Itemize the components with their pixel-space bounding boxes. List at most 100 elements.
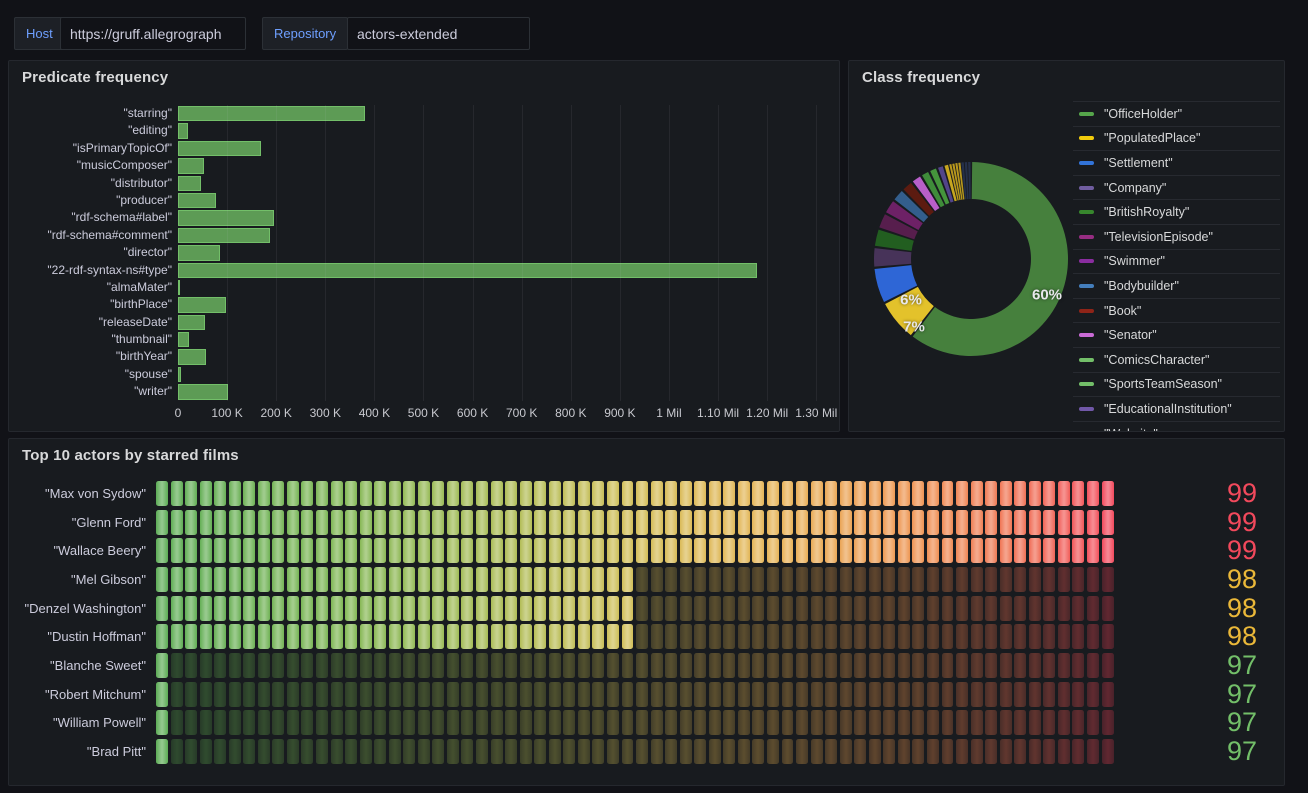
actor-gauge-bar[interactable] [156,481,1113,506]
gauge-cell [447,682,459,707]
gauge-cell [811,596,823,621]
gauge-cell [374,710,386,735]
gauge-cell [1058,624,1070,649]
predicate-bar[interactable] [178,106,365,121]
gauge-cell [592,596,604,621]
gauge-cell [665,538,677,563]
predicate-bar[interactable] [178,141,261,156]
gauge-cell [563,682,575,707]
host-input[interactable] [60,17,246,50]
gauge-cell [752,624,764,649]
predicate-bar[interactable] [178,210,274,225]
legend-item[interactable]: "Bodybuilder" [1073,273,1280,298]
gauge-cell [956,710,968,735]
predicate-bar[interactable] [178,193,216,208]
gauge-cell [1072,538,1084,563]
legend-item[interactable]: "ComicsCharacter" [1073,347,1280,372]
gauge-cell [360,653,372,678]
legend-item[interactable]: "Swimmer" [1073,249,1280,274]
predicate-bar[interactable] [178,158,204,173]
legend-item[interactable]: "TelevisionEpisode" [1073,224,1280,249]
legend-item[interactable]: "EducationalInstitution" [1073,396,1280,421]
gauge-cell [461,538,473,563]
legend-item[interactable]: "Website" [1073,421,1280,431]
legend-item[interactable]: "BritishRoyalty" [1073,199,1280,224]
actor-gauge-bar[interactable] [156,510,1113,535]
gauge-cell [345,538,357,563]
predicate-bar[interactable] [178,263,757,278]
gauge-cell [782,739,794,764]
gauge-cell [607,538,619,563]
actor-gauge-bar[interactable] [156,567,1113,592]
donut-slice[interactable] [968,162,971,199]
actor-gauge-bar[interactable] [156,682,1113,707]
predicate-bar[interactable] [178,297,226,312]
actor-gauge-bar[interactable] [156,739,1113,764]
gauge-cell [738,653,750,678]
actor-value: 98 [1113,566,1273,593]
gauge-cell [171,481,183,506]
predicate-bar[interactable] [178,228,270,243]
gauge-cell [403,538,415,563]
donut-slice[interactable] [874,248,911,266]
predicate-tick-label: "almaMater" [21,279,178,296]
gauge-cell [927,739,939,764]
gauge-cell [491,538,503,563]
predicate-bar[interactable] [178,245,220,260]
top-actors-panel: Top 10 actors by starred films "Max von … [8,438,1285,786]
predicate-bar[interactable] [178,315,205,330]
gauge-cell [229,710,241,735]
gauge-cell [520,682,532,707]
gauge-cell [520,481,532,506]
legend-item[interactable]: "PopulatedPlace" [1073,126,1280,151]
actor-gauge-bar[interactable] [156,596,1113,621]
gauge-cell [811,624,823,649]
actor-gauge-bar[interactable] [156,653,1113,678]
repository-input[interactable] [347,17,530,50]
predicate-bar[interactable] [178,176,201,191]
predicate-bar[interactable] [178,280,180,295]
gauge-cell [563,653,575,678]
predicate-bar[interactable] [178,384,228,399]
gauge-cell [636,710,648,735]
gauge-cell [927,624,939,649]
gauge-cell [505,567,517,592]
gauge-cell [680,510,692,535]
gauge-cell [723,510,735,535]
actor-gauge-bar[interactable] [156,538,1113,563]
legend-item[interactable]: "Senator" [1073,322,1280,347]
gauge-cell [331,481,343,506]
gauge-cell [1087,596,1099,621]
legend-item[interactable]: "Company" [1073,175,1280,200]
predicate-bar[interactable] [178,367,181,382]
gauge-cell [345,653,357,678]
gauge-cell [607,682,619,707]
gauge-cell [636,481,648,506]
gauge-cell [1014,710,1026,735]
gauge-cell [752,481,764,506]
gauge-cell [825,481,837,506]
legend-item[interactable]: "Book" [1073,298,1280,323]
gauge-cell [214,510,226,535]
gauge-cell [723,481,735,506]
gauge-cell [432,481,444,506]
x-axis-tick-label: 100 K [211,406,242,420]
predicate-bar[interactable] [178,123,188,138]
predicate-bar[interactable] [178,332,189,347]
gauge-cell [534,710,546,735]
actor-value: 99 [1113,480,1273,507]
legend-item[interactable]: "Settlement" [1073,150,1280,175]
actor-gauge-bar[interactable] [156,624,1113,649]
gauge-cell [912,682,924,707]
gauge-cell [447,538,459,563]
predicate-tick-label: "writer" [21,383,178,400]
gauge-cell [360,510,372,535]
actor-gauge-bar[interactable] [156,710,1113,735]
legend-item[interactable]: "SportsTeamSeason" [1073,372,1280,397]
gauge-cell [185,653,197,678]
actors-bar-gauge: "Max von Sydow"99"Glenn Ford"99"Wallace … [21,479,1272,779]
legend-item[interactable]: "OfficeHolder" [1073,101,1280,126]
predicate-bar[interactable] [178,349,206,364]
gauge-cell [403,624,415,649]
gauge-cell [825,567,837,592]
